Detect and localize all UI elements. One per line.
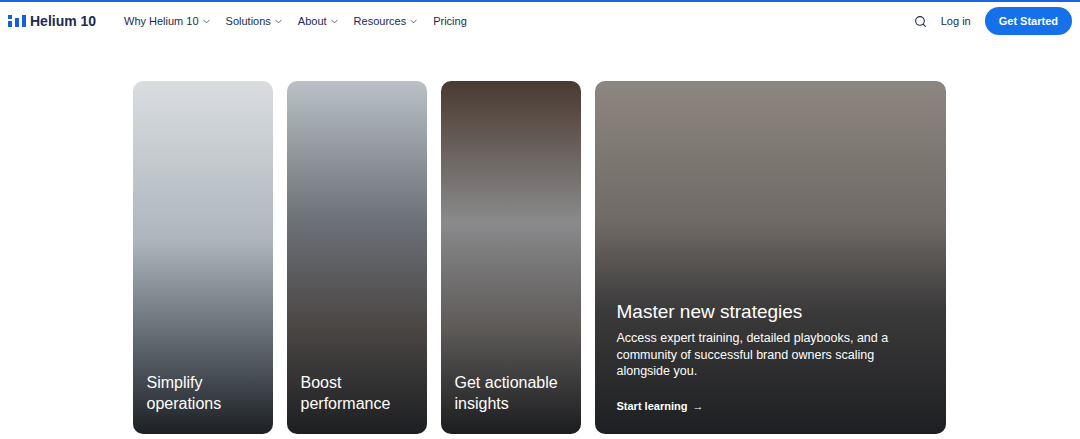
feature-card[interactable]: Boost performance: [287, 81, 427, 434]
card-title: Get actionable insights: [455, 372, 567, 414]
nav-link[interactable]: About: [298, 13, 340, 30]
nav-link[interactable]: Pricing: [433, 13, 467, 30]
start-learning-link[interactable]: Start learning→: [617, 398, 924, 415]
nav-bar: Helium 10Why Helium 10 Solutions About Reso…: [0, 0, 1080, 40]
logo[interactable]: Helium 10: [8, 11, 124, 32]
card-title: Simplify operations: [147, 372, 259, 414]
arrow-icon: →: [692, 398, 703, 415]
feature-card[interactable]: Simplify operations: [133, 81, 273, 434]
search-icon[interactable]: [914, 15, 927, 28]
nav-link[interactable]: Solutions: [226, 13, 284, 30]
card-title: Boost performance: [301, 372, 413, 414]
nav-link[interactable]: Why Helium 10: [124, 13, 212, 30]
page: Helium 10Why Helium 10 Solutions About Reso…: [0, 0, 1080, 439]
logo-icon: [8, 15, 26, 27]
chevron-down-icon: [273, 16, 284, 27]
cards-row: Simplify operations Boost performance Get …: [0, 81, 1080, 434]
card-description: Access expert training, detailed playboo…: [617, 330, 924, 380]
feature-card[interactable]: Master new strategies Access expert train…: [595, 81, 946, 434]
feature-card[interactable]: Get actionable insights: [441, 81, 581, 434]
chevron-down-icon: [201, 16, 212, 27]
chevron-down-icon: [408, 16, 419, 27]
login-link[interactable]: Log in: [941, 13, 971, 30]
card-title: Master new strategies: [617, 300, 924, 324]
chevron-down-icon: [329, 16, 340, 27]
nav-links: Why Helium 10 Solutions About Resources Pric…: [124, 13, 467, 30]
get-started-button[interactable]: Get Started: [985, 7, 1072, 36]
nav-link[interactable]: Resources: [354, 13, 420, 30]
